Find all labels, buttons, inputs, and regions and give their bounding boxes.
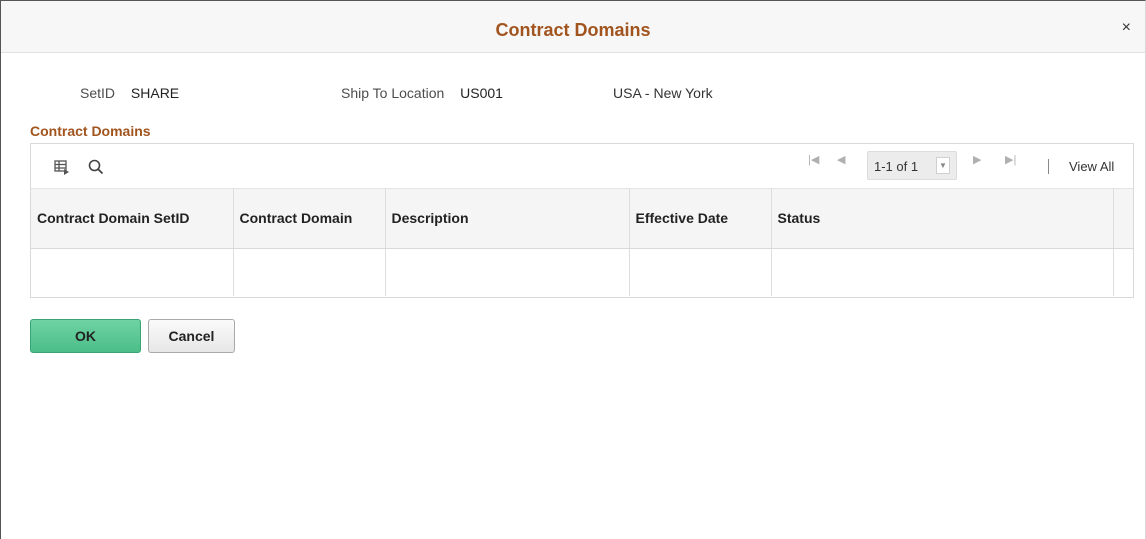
column-header-contract-domain[interactable]: Contract Domain [233, 189, 386, 249]
ok-button[interactable]: OK [30, 319, 141, 353]
page-select[interactable]: 1-1 of 1 ▼ [867, 151, 957, 180]
grid-header-row: Contract Domain SetID Contract Domain De… [31, 189, 1133, 249]
grid-personalize-icon[interactable] [53, 158, 71, 176]
section-title: Contract Domains [30, 123, 151, 139]
ship-to-value: US001 [460, 85, 503, 101]
column-header-actions [1113, 189, 1133, 249]
first-page-icon[interactable]: |◀ [808, 153, 819, 166]
cancel-button[interactable]: Cancel [148, 319, 235, 353]
cell-effective-date [629, 248, 772, 296]
modal-title-bar: Contract Domains × [1, 1, 1145, 53]
cell-contract-domain [233, 248, 386, 296]
column-header-description[interactable]: Description [385, 189, 630, 249]
last-page-icon[interactable]: ▶| [1005, 153, 1016, 166]
page-select-value: 1-1 of 1 [874, 159, 919, 174]
setid-label: SetID [80, 85, 116, 101]
view-all-link[interactable]: View All [1069, 159, 1114, 174]
close-icon[interactable]: × [1122, 20, 1131, 36]
cell-description [385, 248, 630, 296]
contract-domains-grid: |◀ ◀ 1-1 of 1 ▼ ▶ ▶| View All Contract D… [30, 143, 1134, 298]
next-page-icon[interactable]: ▶ [973, 153, 981, 166]
modal-title: Contract Domains [495, 20, 651, 40]
grid-table: Contract Domain SetID Contract Domain De… [31, 189, 1133, 296]
previous-page-icon[interactable]: ◀ [837, 153, 845, 166]
table-row [31, 248, 1133, 296]
contract-domains-modal: Contract Domains × SetID SHARE Ship To L… [0, 0, 1146, 539]
cell-status [771, 248, 1114, 296]
cell-contract-domain-setid [31, 248, 234, 296]
column-header-effective-date[interactable]: Effective Date [629, 189, 772, 249]
pager-divider [1048, 159, 1049, 174]
setid-value: SHARE [130, 85, 180, 101]
search-icon[interactable] [87, 158, 105, 176]
column-header-contract-domain-setid[interactable]: Contract Domain SetID [31, 189, 234, 249]
setid-field: SetID SHARE [80, 85, 179, 101]
column-header-status[interactable]: Status [771, 189, 1114, 249]
cell-actions [1113, 248, 1133, 296]
ship-to-label: Ship To Location [341, 85, 445, 101]
grid-toolbar: |◀ ◀ 1-1 of 1 ▼ ▶ ▶| View All [31, 144, 1133, 189]
ship-to-description: USA - New York [613, 85, 713, 101]
ship-to-field: Ship To Location US001 [341, 85, 503, 101]
chevron-down-icon: ▼ [936, 157, 950, 174]
